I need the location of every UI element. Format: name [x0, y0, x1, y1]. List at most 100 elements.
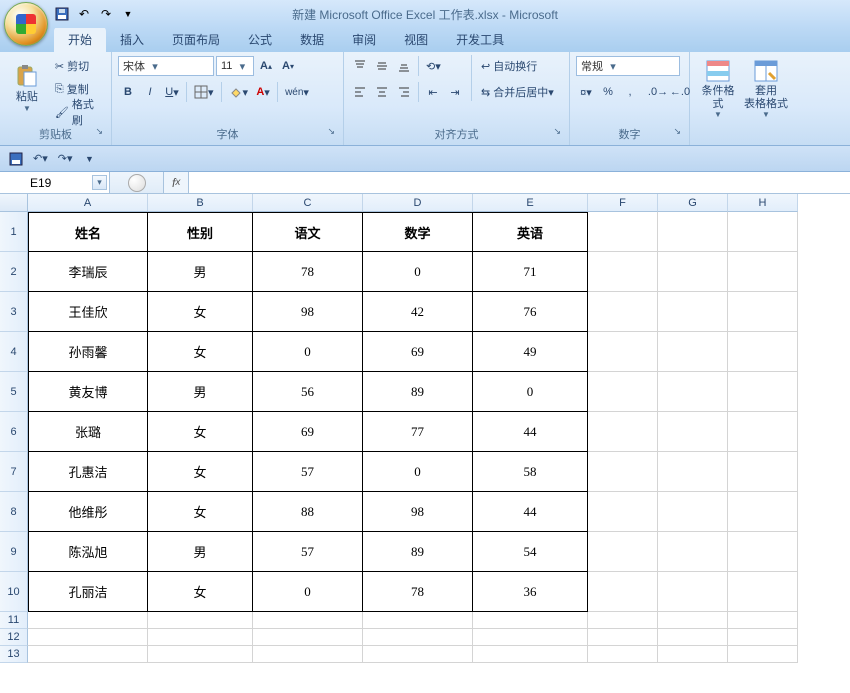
cell[interactable]: 黄友博: [28, 372, 148, 412]
increase-decimal-button[interactable]: .0→: [648, 82, 668, 102]
cell[interactable]: [148, 646, 253, 663]
cell[interactable]: 语文: [253, 212, 363, 252]
increase-indent-button[interactable]: ⇥: [445, 82, 465, 102]
cell[interactable]: [728, 629, 798, 646]
cell[interactable]: 他维彤: [28, 492, 148, 532]
cell[interactable]: 数学: [363, 212, 473, 252]
cell[interactable]: [728, 212, 798, 252]
tab-review[interactable]: 审阅: [338, 27, 390, 52]
cell[interactable]: 女: [148, 572, 253, 612]
cell[interactable]: [363, 612, 473, 629]
cancel-formula-icon[interactable]: [128, 174, 146, 192]
cell[interactable]: 89: [363, 532, 473, 572]
underline-button[interactable]: U▾: [162, 82, 182, 102]
border-button[interactable]: ▾: [191, 82, 217, 102]
select-all-corner[interactable]: [0, 194, 28, 212]
cell[interactable]: 女: [148, 452, 253, 492]
cell[interactable]: 42: [363, 292, 473, 332]
orientation-button[interactable]: ⟲▾: [423, 56, 444, 76]
cell[interactable]: [728, 646, 798, 663]
cell[interactable]: 98: [253, 292, 363, 332]
cell[interactable]: [588, 492, 658, 532]
cell[interactable]: [253, 612, 363, 629]
row-header-10[interactable]: 10: [0, 572, 28, 612]
cell[interactable]: [588, 572, 658, 612]
row-header-4[interactable]: 4: [0, 332, 28, 372]
cell[interactable]: [473, 646, 588, 663]
cell[interactable]: [728, 572, 798, 612]
cell[interactable]: 89: [363, 372, 473, 412]
cell[interactable]: [658, 629, 728, 646]
decrease-decimal-button[interactable]: ←.0: [670, 82, 690, 102]
decrease-indent-button[interactable]: ⇤: [423, 82, 443, 102]
cell[interactable]: 88: [253, 492, 363, 532]
cell[interactable]: [658, 452, 728, 492]
cell[interactable]: 性别: [148, 212, 253, 252]
column-header-C[interactable]: C: [253, 194, 363, 212]
cell[interactable]: [658, 612, 728, 629]
insert-function-button[interactable]: fx: [164, 172, 189, 193]
cell[interactable]: 56: [253, 372, 363, 412]
cell[interactable]: [148, 612, 253, 629]
cell[interactable]: 69: [253, 412, 363, 452]
column-header-G[interactable]: G: [658, 194, 728, 212]
cell[interactable]: 男: [148, 372, 253, 412]
cell[interactable]: [588, 629, 658, 646]
row-header-7[interactable]: 7: [0, 452, 28, 492]
cell[interactable]: [728, 292, 798, 332]
cell[interactable]: [473, 612, 588, 629]
cell[interactable]: 女: [148, 292, 253, 332]
cell[interactable]: 0: [253, 332, 363, 372]
decrease-font-button[interactable]: A▾: [278, 56, 298, 76]
cell[interactable]: [658, 372, 728, 412]
cell[interactable]: [363, 646, 473, 663]
row-header-6[interactable]: 6: [0, 412, 28, 452]
bold-button[interactable]: B: [118, 82, 138, 102]
qat-save-icon[interactable]: [54, 6, 70, 22]
align-bottom-button[interactable]: [394, 56, 414, 76]
formula-input[interactable]: [189, 172, 850, 193]
qat-undo-icon[interactable]: ↶: [76, 6, 92, 22]
tab-insert[interactable]: 插入: [106, 27, 158, 52]
cells-area[interactable]: 姓名性别语文数学英语李瑞辰男78071王佳欣女984276孙雨馨女06949黄友…: [28, 212, 798, 663]
cell[interactable]: [588, 612, 658, 629]
cell[interactable]: 张璐: [28, 412, 148, 452]
row-header-9[interactable]: 9: [0, 532, 28, 572]
increase-font-button[interactable]: A▴: [256, 56, 276, 76]
cell[interactable]: 58: [473, 452, 588, 492]
name-box-dropdown[interactable]: ▾: [92, 175, 107, 190]
office-button[interactable]: [4, 2, 48, 46]
align-right-button[interactable]: [394, 82, 414, 102]
cell[interactable]: [588, 292, 658, 332]
tab-home[interactable]: 开始: [54, 27, 106, 52]
cell[interactable]: 孔惠洁: [28, 452, 148, 492]
cell[interactable]: [728, 452, 798, 492]
column-header-D[interactable]: D: [363, 194, 473, 212]
format-as-table-button[interactable]: 套用 表格格式 ▼: [744, 55, 788, 121]
conditional-format-button[interactable]: 条件格式 ▼: [696, 55, 740, 121]
tab-developer[interactable]: 开发工具: [442, 27, 518, 52]
row-header-8[interactable]: 8: [0, 492, 28, 532]
cell[interactable]: 男: [148, 532, 253, 572]
cell[interactable]: 女: [148, 492, 253, 532]
qat-redo-icon[interactable]: ↷: [98, 6, 114, 22]
cell[interactable]: 女: [148, 412, 253, 452]
column-header-F[interactable]: F: [588, 194, 658, 212]
cell[interactable]: 0: [253, 572, 363, 612]
fill-color-button[interactable]: ▾: [226, 82, 252, 102]
cell[interactable]: [588, 412, 658, 452]
cell[interactable]: [728, 332, 798, 372]
font-color-button[interactable]: A▾: [253, 82, 273, 102]
align-top-button[interactable]: [350, 56, 370, 76]
cell[interactable]: 孔丽洁: [28, 572, 148, 612]
cell[interactable]: [728, 252, 798, 292]
cell[interactable]: [28, 646, 148, 663]
cell[interactable]: 49: [473, 332, 588, 372]
cell[interactable]: 0: [363, 252, 473, 292]
row-header-13[interactable]: 13: [0, 646, 28, 663]
name-box[interactable]: E19 ▾: [0, 172, 110, 193]
cell[interactable]: [588, 252, 658, 292]
qat2-redo-icon[interactable]: ↷▾: [55, 149, 76, 169]
tab-data[interactable]: 数据: [286, 27, 338, 52]
cell[interactable]: [473, 629, 588, 646]
